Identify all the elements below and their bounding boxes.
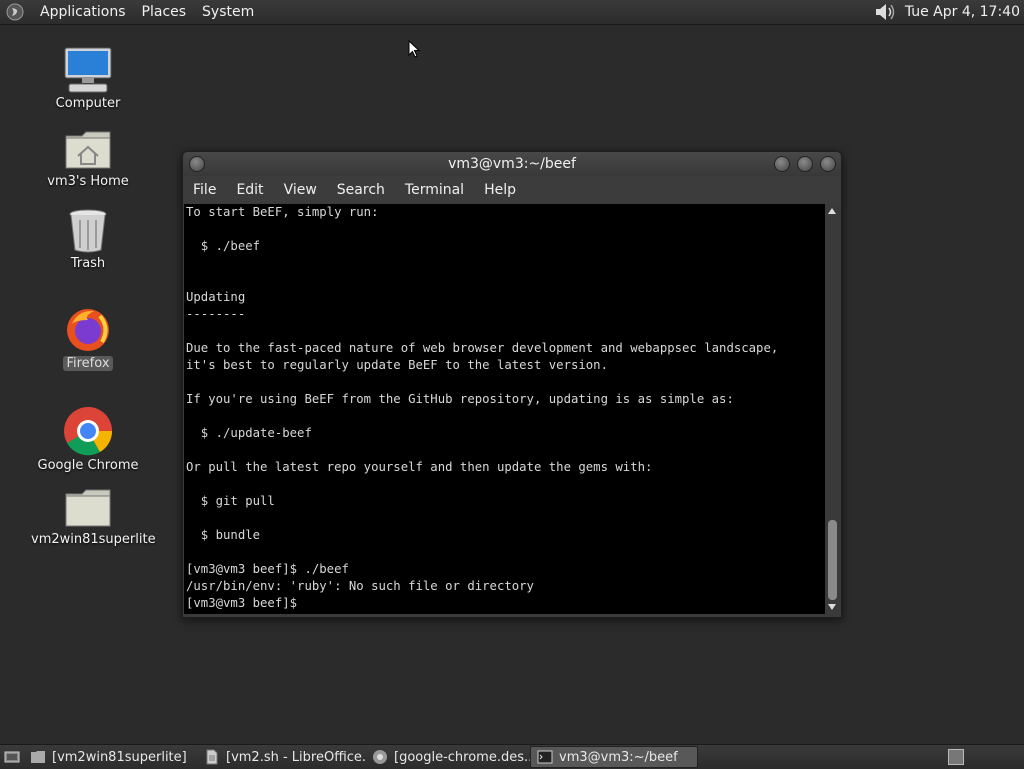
terminal-line: $ ./update-beef <box>186 426 312 440</box>
maximize-button[interactable] <box>797 156 813 172</box>
terminal-text: To start BeEF, simply run: $ ./beef Upda… <box>184 204 825 612</box>
desktop-icon-chrome[interactable]: Google Chrome <box>28 406 148 473</box>
menu-edit[interactable]: Edit <box>226 182 273 198</box>
terminal-line: /usr/bin/env: 'ruby': No such file or di… <box>186 579 534 593</box>
menu-applications[interactable]: Applications <box>32 4 134 20</box>
taskbar-item-label: [google-chrome.des... <box>394 749 530 765</box>
terminal-line: Updating <box>186 290 246 304</box>
terminal-line: To start BeEF, simply run: <box>186 205 379 219</box>
menu-view[interactable]: View <box>274 182 327 198</box>
terminal-line: [vm3@vm3 beef]$ <box>186 596 305 610</box>
taskbar-item-terminal[interactable]: vm3@vm3:~/beef <box>530 746 698 768</box>
scroll-thumb[interactable] <box>828 520 837 600</box>
folder-icon <box>65 489 111 527</box>
terminal-line: [vm3@vm3 beef]$ ./beef <box>186 562 349 576</box>
desktop-icon-label: vm2win81superlite <box>31 532 156 547</box>
taskbar-item-label: [vm2win81superlite] <box>52 749 187 765</box>
terminal-line: -------- <box>186 307 246 321</box>
taskbar-item-chrome[interactable]: [google-chrome.des... <box>366 746 530 768</box>
terminal-output[interactable]: To start BeEF, simply run: $ ./beef Upda… <box>184 204 825 614</box>
desktop-icon-label: Computer <box>55 96 121 111</box>
trash-icon <box>69 209 107 253</box>
panel-status-area: Tue Apr 4, 17:40 <box>873 1 1024 23</box>
document-icon <box>206 749 218 765</box>
terminal-scrollbar[interactable] <box>826 204 839 614</box>
terminal-window[interactable]: vm3@vm3:~/beef File Edit View Search Ter… <box>182 151 842 618</box>
terminal-line: Due to the fast-paced nature of web brow… <box>186 341 779 355</box>
terminal-line: Or pull the latest repo yourself and the… <box>186 460 653 474</box>
bottom-panel: [vm2win81superlite] [vm2.sh - LibreOffic… <box>0 744 1024 769</box>
menu-places[interactable]: Places <box>134 4 195 20</box>
terminal-icon <box>537 750 553 764</box>
menu-file[interactable]: File <box>183 182 226 198</box>
firefox-icon <box>67 309 109 351</box>
home-folder-icon <box>65 131 111 169</box>
terminal-line: $ bundle <box>186 528 261 542</box>
desktop-icon-folder[interactable]: vm2win81superlite <box>28 488 156 547</box>
window-titlebar[interactable]: vm3@vm3:~/beef <box>183 152 841 176</box>
clock[interactable]: Tue Apr 4, 17:40 <box>905 4 1020 20</box>
desktop-icon-label: Trash <box>70 256 106 271</box>
show-desktop-icon[interactable] <box>4 749 20 765</box>
volume-icon[interactable] <box>873 1 897 23</box>
window-menu-button[interactable] <box>189 156 205 172</box>
terminal-line: $ ./beef <box>186 239 261 253</box>
taskbar-item-label: [vm2.sh - LibreOffice... <box>226 749 366 765</box>
workspace-switcher[interactable] <box>948 749 964 765</box>
scroll-up-arrow-icon[interactable] <box>828 208 836 214</box>
taskbar-item-folder[interactable]: [vm2win81superlite] <box>24 746 192 768</box>
terminal-line: $ git pull <box>186 494 275 508</box>
chrome-icon <box>373 750 387 764</box>
gnome-foot-icon[interactable] <box>6 3 24 21</box>
desktop-icon-firefox[interactable]: Firefox <box>28 306 148 371</box>
mouse-cursor-icon <box>408 40 420 58</box>
menu-help[interactable]: Help <box>474 182 526 198</box>
folder-icon <box>31 751 45 763</box>
terminal-line: it's best to regularly update BeEF to th… <box>186 358 608 372</box>
terminal-menubar: File Edit View Search Terminal Help <box>183 176 841 203</box>
desktop-icon-label: vm3's Home <box>47 174 129 189</box>
top-panel: Applications Places System Tue Apr 4, 17… <box>0 0 1024 25</box>
desktop-icon-home[interactable]: vm3's Home <box>28 128 148 189</box>
terminal-line: If you're using BeEF from the GitHub rep… <box>186 392 734 406</box>
menu-search[interactable]: Search <box>327 182 395 198</box>
desktop-icon-label: Firefox <box>63 356 113 371</box>
desktop-icon-trash[interactable]: Trash <box>28 208 148 271</box>
taskbar-item-libreoffice[interactable]: [vm2.sh - LibreOffice... <box>198 746 366 768</box>
minimize-button[interactable] <box>774 156 790 172</box>
close-button[interactable] <box>820 156 836 172</box>
desktop-icon-computer[interactable]: Computer <box>28 46 148 111</box>
menu-terminal[interactable]: Terminal <box>395 182 474 198</box>
taskbar-item-label: vm3@vm3:~/beef <box>559 749 678 765</box>
computer-icon <box>64 47 112 93</box>
scroll-down-arrow-icon[interactable] <box>828 604 836 610</box>
menu-system[interactable]: System <box>194 4 262 20</box>
chrome-icon <box>64 407 113 456</box>
desktop-icon-label: Google Chrome <box>37 458 139 473</box>
window-title: vm3@vm3:~/beef <box>448 156 576 172</box>
